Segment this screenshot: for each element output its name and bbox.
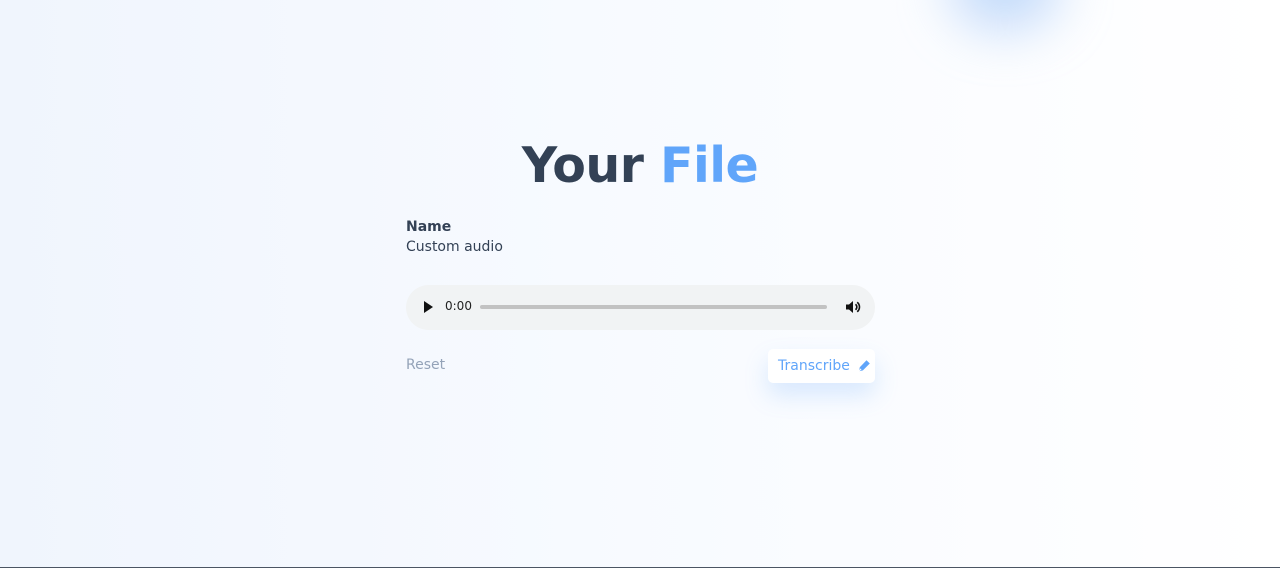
page-title: Your File xyxy=(0,134,1280,198)
title-accent: File xyxy=(659,137,759,194)
transcribe-button[interactable]: Transcribe xyxy=(768,349,875,383)
audio-player[interactable]: 0:00 xyxy=(406,285,875,330)
file-name-label: Name xyxy=(406,219,452,235)
pen-icon xyxy=(857,360,870,372)
play-icon[interactable] xyxy=(424,301,433,313)
volume-icon[interactable] xyxy=(845,299,861,315)
background-glow xyxy=(950,0,1060,30)
transcribe-label: Transcribe xyxy=(778,358,850,374)
audio-progress-bar[interactable] xyxy=(480,305,827,309)
reset-button[interactable]: Reset xyxy=(406,357,445,373)
current-time: 0:00 xyxy=(445,299,472,313)
title-primary: Your xyxy=(521,137,644,194)
file-name-value: Custom audio xyxy=(406,239,503,255)
